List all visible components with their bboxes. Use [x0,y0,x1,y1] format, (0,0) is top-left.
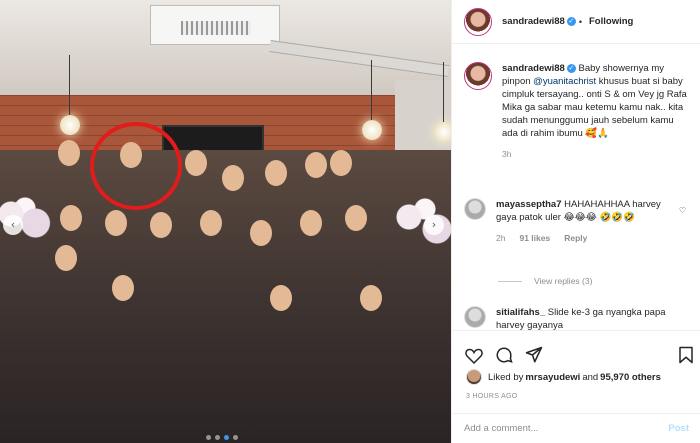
verified-badge-icon: ✓ [566,17,576,26]
carousel-dot [233,435,238,440]
commenter-username[interactable]: mayasseptha7 [496,199,561,210]
carousel-indicator [206,435,238,440]
comment-item: sitialifahs_ Slide ke-3 ga nyangka papa … [464,306,694,332]
view-replies-button[interactable]: View replies (3) [498,276,592,286]
photo-person [345,205,367,231]
comment-bubble-icon[interactable] [494,345,514,365]
photo-person [60,205,82,231]
photo-person [222,165,244,191]
post-timestamp[interactable]: 3 HOURS AGO [466,393,518,400]
comment-likes[interactable]: 91 likes [519,232,550,245]
post-photo[interactable]: ‹ › [0,0,451,443]
photo-person [300,210,322,236]
comment-input[interactable]: Add a comment... [464,423,538,434]
comment-item: mayasseptha7 HAHAHAHHAA harvey gaya pato… [464,198,694,245]
comment-timestamp[interactable]: 2h [496,232,505,245]
verified-badge-icon: ✓ [566,63,576,73]
post-side-panel: sandradewi88 ✓ • Following sandradewi88 ✓… [451,0,700,443]
photo-person [105,210,127,236]
photo-person [250,220,272,246]
comment-text: sitialifahs_ Slide ke-3 ga nyangka papa … [496,306,676,332]
carousel-dot [215,435,220,440]
photo-person [58,140,80,166]
header-separator: • [578,16,582,27]
photo-lamp [362,60,382,140]
likes-prefix: Liked by [488,371,524,383]
photo-person [270,285,292,311]
caption-mention-link[interactable]: @yuanitachrist [533,76,596,87]
replies-line [498,280,522,282]
share-plane-icon[interactable] [524,345,544,365]
comment-like-heart-icon[interactable]: ♡ [679,206,686,215]
photo-person [150,212,172,238]
likes-summary: Liked by mrsayudewi and 95,970 others [466,369,661,385]
carousel-dot [206,435,211,440]
likes-count-button[interactable]: 95,970 others [600,372,661,383]
like-heart-icon[interactable] [464,345,484,365]
caption-avatar[interactable] [464,62,492,90]
post-header: sandradewi88 ✓ • Following [452,0,700,44]
post-actions-bar [452,330,700,373]
caption-timestamp[interactable]: 3h [502,148,692,161]
commenter-username[interactable]: sitialifahs_ [496,307,545,318]
liker-avatar[interactable] [466,369,482,385]
post-caption: sandradewi88 ✓ Baby showernya my pinpon @… [464,62,694,161]
photo-ceiling-ac-unit [150,5,280,45]
photo-person [112,275,134,301]
photo-person [265,160,287,186]
photo-person [55,245,77,271]
author-avatar[interactable] [464,7,492,36]
photo-person [305,152,327,178]
photo-group-of-people [0,150,451,443]
view-replies-label: View replies (3) [534,276,593,286]
save-bookmark-icon[interactable] [676,345,696,365]
likes-middle: and [582,371,599,383]
commenter-avatar[interactable] [464,306,486,328]
liker-username[interactable]: mrsayudewi [525,372,580,383]
next-slide-button[interactable]: › [424,215,444,235]
photo-person [330,150,352,176]
prev-slide-button[interactable]: ‹ [3,215,23,235]
comment-meta: 2h 91 likes Reply [496,232,676,245]
photo-person [185,150,207,176]
comment-reply-button[interactable]: Reply [564,232,587,245]
photo-person [200,210,222,236]
highlight-circle [90,122,182,210]
commenter-avatar[interactable] [464,198,486,220]
caption-username[interactable]: sandradewi88 [502,63,565,74]
carousel-dot-active [224,435,229,440]
post-comment-button[interactable]: Post [668,423,689,434]
photo-person [360,285,382,311]
add-comment-bar: Add a comment... Post [452,413,700,443]
comment-text: mayasseptha7 HAHAHAHHAA harvey gaya pato… [496,198,676,245]
photo-lamp [60,55,80,135]
author-username[interactable]: sandradewi88 [502,16,565,27]
photo-lamp [434,62,451,142]
caption-text: sandradewi88 ✓ Baby showernya my pinpon @… [502,62,692,161]
following-button[interactable]: Following [589,16,633,27]
